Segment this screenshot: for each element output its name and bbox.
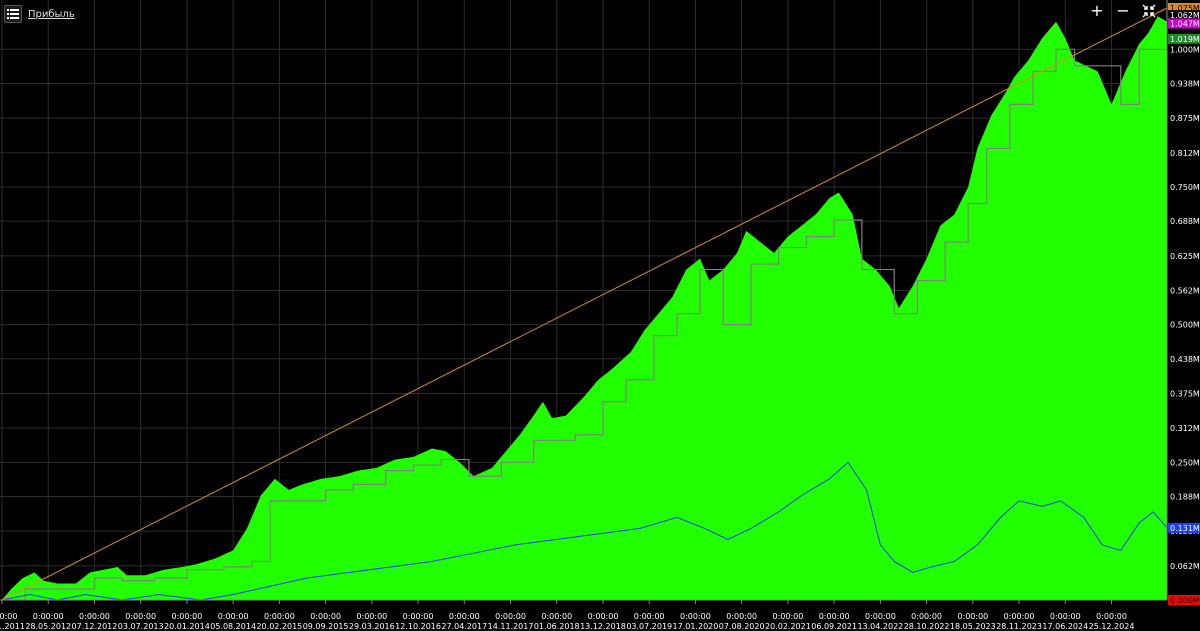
y-tick-label: 0.312M	[1170, 424, 1200, 433]
x-tick-date: 11.11.2011	[0, 622, 25, 631]
chart-header: Прибыль	[4, 5, 75, 23]
y-tick-label: 0.625M	[1170, 252, 1200, 261]
x-tick-time: 0:00:00	[264, 612, 295, 621]
x-tick-time: 0:00:00	[726, 612, 757, 621]
collapse-button[interactable]	[1140, 2, 1158, 20]
x-tick-date: 12.10.2016	[395, 622, 441, 631]
x-tick-date: 29.03.2016	[349, 622, 395, 631]
x-tick-time: 0:00:00	[1004, 612, 1035, 621]
y-tick-label: 0.188M	[1170, 492, 1200, 501]
x-tick-date: 17.01.2020	[673, 622, 719, 631]
x-tick-date: 25.12.2024	[1089, 622, 1135, 631]
x-tick-date: 06.09.2021	[811, 622, 857, 631]
x-tick-time: 0:00:00	[403, 612, 434, 621]
x-tick-time: 0:00:00	[911, 612, 942, 621]
x-tick-time: 0:00:00	[957, 612, 988, 621]
chart-title[interactable]: Прибыль	[28, 9, 75, 20]
x-tick-time: 0:00:00	[33, 612, 64, 621]
x-tick-time: 0:00:00	[310, 612, 341, 621]
zoom-in-button[interactable]: +	[1088, 2, 1106, 20]
value-badge-label: 0.000M	[1170, 596, 1200, 605]
y-tick-label: 0.250M	[1170, 458, 1200, 467]
x-tick-date: 03.07.2019	[626, 622, 672, 631]
x-tick-date: 01.06.2018	[534, 622, 580, 631]
menu-button[interactable]	[4, 5, 22, 23]
x-tick-date: 03.07.2013	[118, 622, 164, 631]
y-tick-label: 0.562M	[1170, 287, 1200, 296]
x-tick-time: 0:00:00	[1050, 612, 1081, 621]
x-tick-time: 0:00:00	[449, 612, 480, 621]
x-tick-date: 07.12.2012	[72, 622, 118, 631]
collapse-icon	[1142, 4, 1156, 18]
x-tick-date: 20.02.2021	[765, 622, 811, 631]
y-axis-panel	[1167, 0, 1200, 631]
x-tick-time: 0:00:00	[125, 612, 156, 621]
x-tick-time: 0:00:00	[1096, 612, 1127, 621]
x-tick-date: 28.11.2023	[996, 622, 1042, 631]
y-tick-label: 0.062M	[1170, 562, 1200, 571]
x-tick-date: 05.08.2014	[210, 622, 256, 631]
x-tick-time: 0:00:00	[541, 612, 572, 621]
x-tick-time: 0:00:00	[680, 612, 711, 621]
x-tick-date: 28.10.2022	[904, 622, 950, 631]
x-tick-time: 0:00:00	[588, 612, 619, 621]
x-tick-date: 20.02.2015	[256, 622, 302, 631]
value-badge-label: 1.047M	[1170, 19, 1200, 28]
y-tick-label: 0.938M	[1170, 79, 1200, 88]
y-tick-label: 0.750M	[1170, 183, 1200, 192]
y-tick-label: 0.375M	[1170, 389, 1200, 398]
x-tick-date: 18.05.2023	[950, 622, 996, 631]
x-tick-time: 0:00:00	[218, 612, 249, 621]
y-tick-label: 1.000M	[1170, 45, 1200, 54]
chart-toolbar: + −	[1088, 2, 1158, 20]
x-tick-time: 0:00:00	[634, 612, 665, 621]
list-icon	[7, 9, 19, 19]
y-tick-label: 0.500M	[1170, 321, 1200, 330]
x-tick-time: 0:00:00	[356, 612, 387, 621]
x-tick-time: 0:00:00	[79, 612, 110, 621]
x-tick-time: 0:00:00	[772, 612, 803, 621]
y-tick-label: 0.438M	[1170, 355, 1200, 364]
x-tick-date: 28.05.2012	[25, 622, 71, 631]
y-tick-label: 0.875M	[1170, 114, 1200, 123]
x-tick-date: 13.04.2022	[857, 622, 903, 631]
value-badge-label: 1.019M	[1170, 35, 1200, 44]
x-tick-date: 27.04.2017	[441, 622, 487, 631]
x-tick-date: 17.06.2024	[1042, 622, 1088, 631]
x-tick-date: 20.01.2014	[164, 622, 210, 631]
x-tick-date: 13.12.2018	[580, 622, 626, 631]
x-tick-date: 09.09.2015	[303, 622, 349, 631]
x-tick-time: 0:00:00	[0, 612, 17, 621]
x-tick-time: 0:00:00	[171, 612, 202, 621]
profit-chart[interactable]: 0.062M0.125M0.188M0.250M0.312M0.375M0.43…	[0, 0, 1200, 631]
x-tick-time: 0:00:00	[819, 612, 850, 621]
y-tick-label: 0.688M	[1170, 217, 1200, 226]
zoom-out-button[interactable]: −	[1114, 2, 1132, 20]
value-badge-label: 0.131M	[1170, 524, 1200, 533]
x-tick-time: 0:00:00	[495, 612, 526, 621]
x-tick-date: 07.08.2020	[719, 622, 765, 631]
x-tick-time: 0:00:00	[865, 612, 896, 621]
x-tick-date: 14.11.2017	[488, 622, 534, 631]
y-tick-label: 0.812M	[1170, 149, 1200, 158]
